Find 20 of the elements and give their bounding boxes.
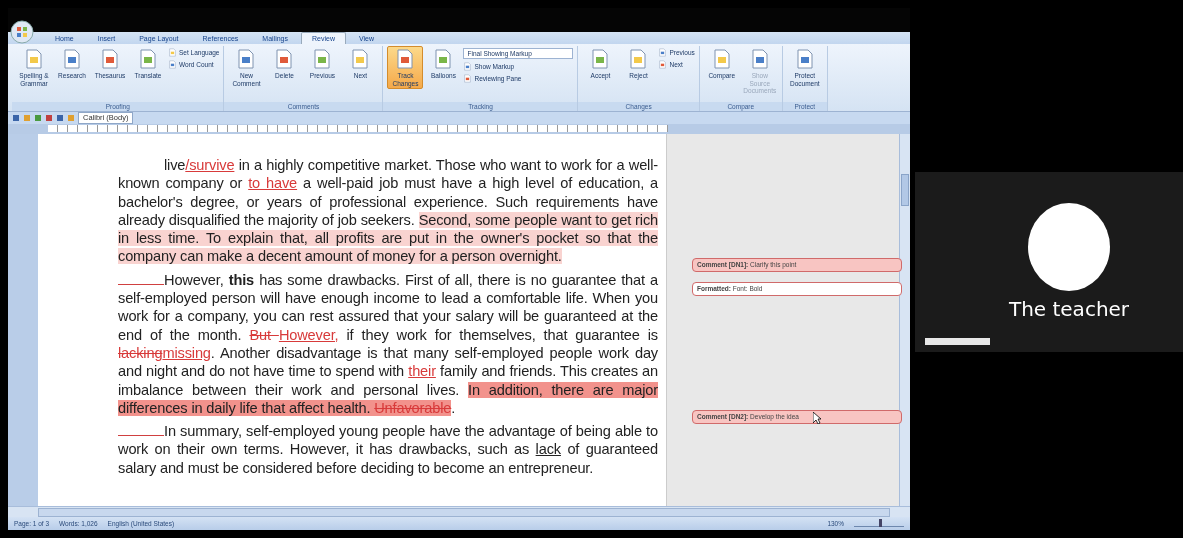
vertical-scrollbar[interactable] <box>899 134 910 506</box>
document-icon <box>61 48 83 70</box>
document-paragraph: However, this has some drawbacks. First of all, there is no guarantee that a self-employed person will have enough income to lead a comfortable life. When you work for a company, you can rest assured that your salary will be guaranteed at the end of the month. But However, if they work for themselves, that guarantee is lackingmissing. Another disadvantage is that many self-employed people work day and night and do not have time to spend with their family and friends. This creates an imbalance between their work and personal lives. In addition, there are major differences in daily life that affect health. Unfavorable. <box>118 270 658 418</box>
document-icon <box>658 60 668 69</box>
document-icon <box>168 60 177 69</box>
document-icon <box>99 48 121 70</box>
zoom-slider[interactable] <box>854 520 904 527</box>
document-icon <box>168 48 177 57</box>
document-paragraph: In summary, self-employed young people have the advantage of being able to work on their own terms. However, it has drawbacks, such as lack of guaranteed salary and must be considered before deciding to become an entrepreneur. <box>118 422 658 478</box>
cursor-icon <box>813 412 821 424</box>
redaction-bar <box>925 338 990 345</box>
participant-name: The teacher <box>1008 297 1130 321</box>
document-icon <box>137 48 159 70</box>
document-icon <box>463 62 473 71</box>
document-icon <box>23 48 45 70</box>
office-orb-icon[interactable] <box>10 20 34 44</box>
horizontal-scrollbar[interactable] <box>8 506 910 517</box>
document-paragraph: live/survive in a highly competitive market. Those who want to work for a well-known company or to have a well-paid job must have a high level of education, a bachelor's degree, or years of professional experience. Such requirements have already disqualified the majority of job seekers. Second, some people want to get rich in less time. To explain that, all profits are put in the owner's pocket so that the company can make a decent amount of money for a person overnight. <box>118 156 658 266</box>
document-icon <box>463 74 473 83</box>
document-icon <box>658 48 668 57</box>
